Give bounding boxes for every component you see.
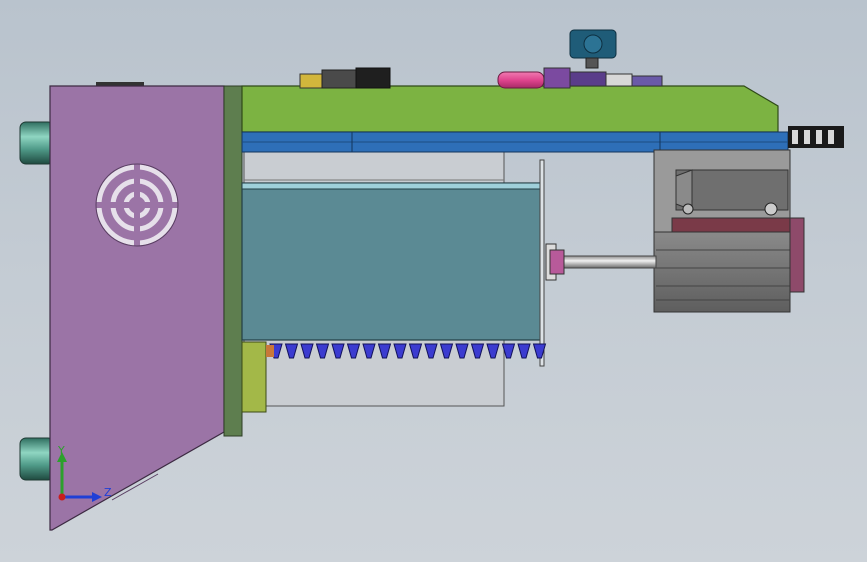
drive-shaft xyxy=(545,243,657,281)
motor-assembly[interactable] xyxy=(653,149,805,313)
pressure-gauge[interactable] xyxy=(569,29,617,69)
motor-hex-bolt-icon xyxy=(682,203,694,215)
blue-guide-rail[interactable] xyxy=(241,131,789,153)
top-plate-green[interactable] xyxy=(241,85,779,133)
green-post xyxy=(223,85,243,437)
motor-nut-icon xyxy=(764,202,778,216)
bolt-icon xyxy=(517,343,531,359)
gauge-face-icon xyxy=(583,34,603,54)
pneumatic-fittings[interactable] xyxy=(299,67,663,89)
triad-z-label: Z xyxy=(104,486,112,499)
cad-viewport[interactable]: Y Z xyxy=(0,0,867,562)
main-housing-teal[interactable] xyxy=(241,159,545,367)
cable-drag-chain xyxy=(788,126,844,148)
mounting-cylinders xyxy=(19,121,55,481)
triad-y-label: Y xyxy=(57,444,65,457)
side-plate-purple[interactable] xyxy=(49,85,225,531)
triad-origin-icon xyxy=(58,493,66,501)
